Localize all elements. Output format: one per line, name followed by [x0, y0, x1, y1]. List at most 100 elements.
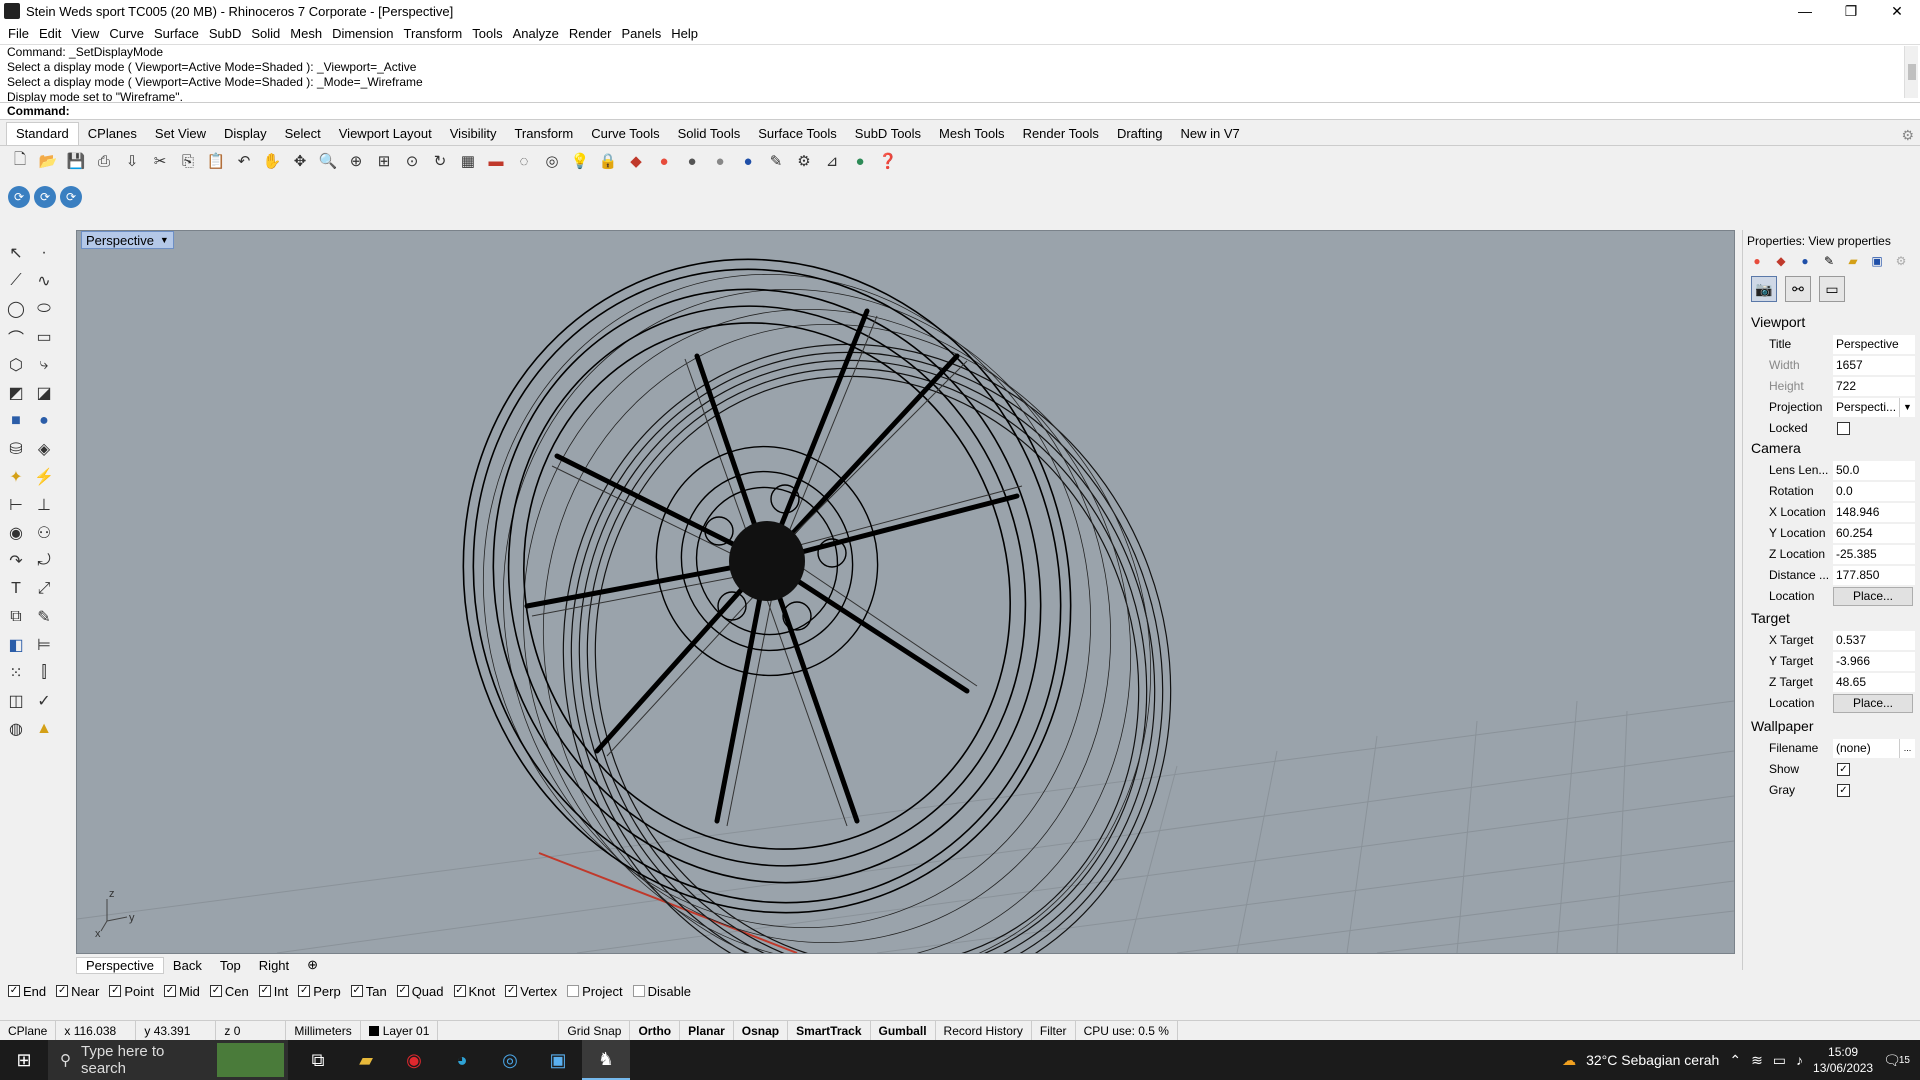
tab-curve-tools[interactable]: Curve Tools [582, 123, 668, 145]
checkbox[interactable] [632, 985, 645, 997]
lens-field[interactable]: 50.0 [1833, 460, 1915, 480]
copy-icon[interactable]: ⎘ [176, 149, 200, 173]
osnap-cen[interactable]: ✓ Cen [209, 984, 249, 999]
tab-drafting[interactable]: Drafting [1108, 123, 1172, 145]
weather-icon[interactable]: ☁ [1562, 1052, 1576, 1069]
split-icon[interactable]: ◫ [2, 688, 30, 714]
point-icon[interactable]: · [30, 240, 58, 266]
undo-icon[interactable]: ↶ [232, 149, 256, 173]
group-icon[interactable]: ◉ [2, 520, 30, 546]
add-viewport-icon[interactable]: ⊕ [298, 957, 327, 973]
vtab-top[interactable]: Top [211, 958, 250, 973]
tab-cplanes[interactable]: CPlanes [79, 123, 146, 145]
pan-icon[interactable]: ✋ [260, 149, 284, 173]
smarttrack-toggle[interactable]: SmartTrack [788, 1020, 871, 1041]
chevron-up-icon[interactable]: ⌃ [1729, 1052, 1741, 1069]
menu-subd[interactable]: SubD [207, 26, 250, 41]
gear-icon[interactable]: ⚙ [1901, 127, 1914, 144]
tab-subd-tools[interactable]: SubD Tools [846, 123, 930, 145]
battery-icon[interactable]: ▭ [1773, 1052, 1786, 1069]
menu-tools[interactable]: Tools [470, 26, 510, 41]
color-wheel-icon[interactable]: ● [1747, 252, 1767, 270]
osnap-int[interactable]: ✓ Int [258, 984, 288, 999]
tab-visibility[interactable]: Visibility [441, 123, 506, 145]
warning-icon[interactable]: ▲ [30, 716, 58, 742]
menu-file[interactable]: File [6, 26, 37, 41]
tab-render-tools[interactable]: Render Tools [1014, 123, 1108, 145]
link-icon[interactable]: ⚯ [1785, 276, 1811, 302]
arc-icon[interactable]: ⌒ [2, 324, 30, 350]
checkbox[interactable] [567, 985, 580, 997]
object-icon[interactable]: ● [1795, 252, 1815, 270]
photos-icon[interactable]: ▣ [534, 1040, 582, 1080]
weather-text[interactable]: 32°C Sebagian cerah [1586, 1052, 1719, 1068]
tab-display[interactable]: Display [215, 123, 276, 145]
layer-icon[interactable]: ◆ [624, 149, 648, 173]
checkbox[interactable]: ✓ [258, 985, 271, 997]
surface-edit-icon[interactable]: ◪ [30, 380, 58, 406]
checkbox[interactable]: ✓ [8, 985, 20, 997]
rotate-view-icon[interactable]: ↻ [428, 149, 452, 173]
opera-icon[interactable]: ◉ [390, 1040, 438, 1080]
checkbox[interactable]: ✓ [109, 985, 122, 997]
help-icon[interactable]: ❓ [876, 149, 900, 173]
menu-render[interactable]: Render [567, 26, 620, 41]
cut-icon[interactable]: ✂ [148, 149, 172, 173]
annotation-icon[interactable]: ⊥ [30, 492, 58, 518]
projection-select[interactable]: Perspecti... [1833, 397, 1899, 417]
zloc-field[interactable]: -25.385 [1833, 544, 1915, 564]
checkbox[interactable]: ✓ [350, 985, 363, 997]
print-icon[interactable]: ⎙ [92, 149, 116, 173]
menu-mesh[interactable]: Mesh [288, 26, 330, 41]
task-view-icon[interactable]: ⧉ [294, 1040, 342, 1080]
checkbox[interactable]: ✓ [505, 985, 518, 997]
array-icon[interactable]: ⧉ [2, 604, 30, 630]
checkbox[interactable]: ✓ [453, 985, 466, 997]
minimize-button[interactable]: — [1782, 0, 1828, 22]
filename-field[interactable]: (none) [1833, 738, 1899, 758]
dimension-tool-icon[interactable]: ⊢ [2, 492, 30, 518]
cplane-status[interactable]: CPlane [0, 1020, 57, 1041]
ytarget-field[interactable]: -3.966 [1833, 651, 1915, 671]
tab-select[interactable]: Select [276, 123, 330, 145]
rectangle-icon[interactable]: ▭ [30, 324, 58, 350]
render-tool-icon[interactable]: ⚡ [30, 464, 58, 490]
move-view-icon[interactable]: ✥ [288, 149, 312, 173]
menu-view[interactable]: View [69, 26, 107, 41]
folder-icon[interactable]: ▰ [1843, 252, 1863, 270]
polygon-icon[interactable]: ⬡ [2, 352, 30, 378]
perspective-viewport[interactable]: z y x Perspective ▼ [76, 230, 1735, 954]
tools-icon[interactable]: ✎ [764, 149, 788, 173]
lock-icon[interactable]: 🔒 [596, 149, 620, 173]
checkbox[interactable]: ✓ [298, 985, 311, 997]
edit-icon[interactable]: ✎ [30, 604, 58, 630]
settings-icon[interactable]: ⚙ [1891, 252, 1911, 270]
scrollbar-thumb[interactable] [1908, 64, 1916, 80]
surface-icon[interactable]: ◩ [2, 380, 30, 406]
new-icon[interactable]: 🗋 [8, 149, 32, 173]
rotate-icon[interactable]: ⤾ [30, 548, 58, 574]
rhino-taskbar-icon[interactable]: ♞ [582, 1040, 630, 1080]
maximize-button[interactable]: ❐ [1828, 0, 1874, 22]
tab-viewport-layout[interactable]: Viewport Layout [330, 123, 441, 145]
volume-icon[interactable]: ♪ [1796, 1052, 1803, 1068]
shade-icon[interactable]: ◍ [2, 716, 30, 742]
osnap-knot[interactable]: ✓ Knot [453, 984, 495, 999]
analyze-icon[interactable]: ⊨ [30, 632, 58, 658]
text-icon[interactable]: T [2, 576, 30, 602]
vertical-icon[interactable]: ⫿ [30, 660, 58, 686]
camera-place-button[interactable]: Place... [1833, 586, 1913, 606]
save-icon[interactable]: 💾 [64, 149, 88, 173]
import-icon[interactable]: ⇩ [120, 149, 144, 173]
units-status[interactable]: Millimeters [286, 1020, 361, 1041]
clock[interactable]: 15:09 13/06/2023 [1813, 1044, 1873, 1076]
osnap-tan[interactable]: ✓ Tan [350, 984, 387, 999]
tab-surface-tools[interactable]: Surface Tools [749, 123, 846, 145]
ortho-toggle[interactable]: Ortho [630, 1020, 681, 1041]
tab-transform[interactable]: Transform [505, 123, 582, 145]
check-icon[interactable]: ✓ [30, 688, 58, 714]
file-explorer-icon[interactable]: ▰ [342, 1040, 390, 1080]
tab-new-in-v7[interactable]: New in V7 [1171, 123, 1248, 145]
rotation-field[interactable]: 0.0 [1833, 481, 1915, 501]
checkbox[interactable]: ✓ [56, 985, 69, 997]
